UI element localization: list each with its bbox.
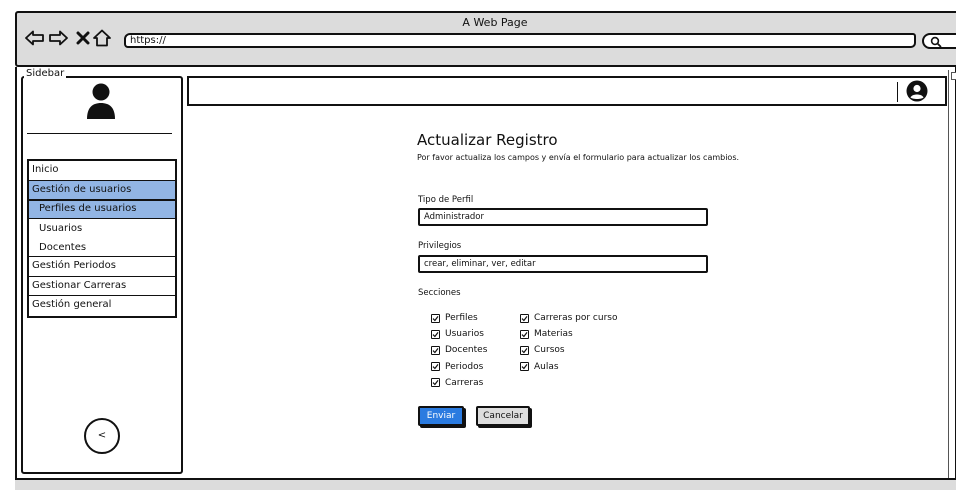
submit-button[interactable]: Enviar [418, 406, 464, 426]
checkbox-carreras-por-curso[interactable]: Carreras por curso [520, 313, 617, 323]
sidebar-item-gestión-periodos[interactable]: Gestión Periodos [29, 257, 175, 277]
sidebar-item-gestionar-carreras[interactable]: Gestionar Carreras [29, 276, 175, 296]
sidebar-item-usuarios[interactable]: Usuarios [29, 219, 175, 238]
top-clipped-strip [0, 0, 956, 10]
checkmark-icon[interactable] [520, 313, 529, 323]
checkbox-cursos[interactable]: Cursos [520, 345, 565, 355]
checkmark-icon[interactable] [431, 362, 440, 372]
checkbox-label: Usuarios [445, 329, 484, 340]
user-avatar-icon [86, 83, 116, 123]
checkbox-docentes[interactable]: Docentes [431, 345, 487, 355]
browser-chrome: A Web Page https:// [15, 11, 956, 67]
checkmark-icon[interactable] [431, 345, 440, 355]
checkbox-perfiles[interactable]: Perfiles [431, 313, 478, 323]
browser-search-field[interactable] [922, 33, 956, 49]
window-title: A Web Page [462, 16, 528, 29]
header-divider [897, 82, 898, 102]
checkbox-label: Cursos [534, 345, 565, 356]
page-subtitle: Por favor actualiza los campos y envía e… [417, 153, 740, 162]
vertical-scrollbar[interactable] [948, 70, 956, 478]
checkbox-label: Periodos [445, 361, 484, 372]
sidebar-collapse-button[interactable]: < [84, 418, 120, 454]
checkbox-label: Carreras por curso [534, 313, 618, 323]
page-title: Actualizar Registro [417, 131, 558, 149]
sidebar-divider [27, 133, 172, 134]
sidebar-item-docentes[interactable]: Docentes [29, 238, 175, 257]
checkbox-carreras[interactable]: Carreras [431, 378, 483, 388]
sidebar-label: Sidebar [24, 68, 67, 79]
checkbox-label: Perfiles [445, 313, 478, 323]
sidebar-item-gestión-de-usuarios[interactable]: Gestión de usuarios [29, 180, 175, 200]
address-bar[interactable]: https:// [124, 33, 916, 48]
checkmark-icon[interactable] [431, 329, 440, 339]
scrollbar-thumb[interactable] [951, 72, 956, 80]
checkmark-icon[interactable] [520, 362, 529, 372]
checkmark-icon[interactable] [431, 378, 440, 388]
sidebar-item-perfiles-de-usuarios[interactable]: Perfiles de usuarios [29, 200, 175, 219]
secciones-label: Secciones [418, 288, 461, 298]
checkbox-usuarios[interactable]: Usuarios [431, 329, 484, 339]
privilegios-input[interactable]: crear, eliminar, ver, editar [418, 255, 708, 273]
checkbox-label: Aulas [534, 361, 559, 372]
sidebar-menu: Inicio Gestión de usuarios Perfiles de usu… [27, 159, 177, 318]
user-profile-icon[interactable] [906, 80, 928, 106]
privilegios-label: Privilegios [418, 241, 462, 251]
cancel-button[interactable]: Cancelar [476, 406, 530, 426]
checkbox-aulas[interactable]: Aulas [520, 362, 559, 372]
checkbox-label: Docentes [445, 345, 488, 356]
forward-arrow-icon[interactable] [47, 27, 69, 49]
checkmark-icon[interactable] [520, 329, 529, 339]
checkmark-icon[interactable] [431, 313, 440, 323]
perfil-input[interactable]: Administrador [418, 208, 708, 226]
checkbox-label: Carreras [445, 377, 484, 388]
search-icon [930, 36, 942, 48]
back-arrow-icon[interactable] [24, 27, 46, 49]
top-header-bar [187, 76, 947, 106]
checkbox-periodos[interactable]: Periodos [431, 362, 483, 372]
checkbox-label: Materias [534, 329, 573, 340]
sidebar-item-inicio[interactable]: Inicio [29, 161, 175, 181]
browser-status-bar [15, 478, 956, 490]
perfil-label: Tipo de Perfil [418, 195, 474, 205]
home-icon[interactable] [91, 27, 113, 49]
sidebar-item-gestión-general[interactable]: Gestión general [29, 296, 175, 316]
checkbox-materias[interactable]: Materias [520, 329, 573, 339]
checkmark-icon[interactable] [520, 345, 529, 355]
